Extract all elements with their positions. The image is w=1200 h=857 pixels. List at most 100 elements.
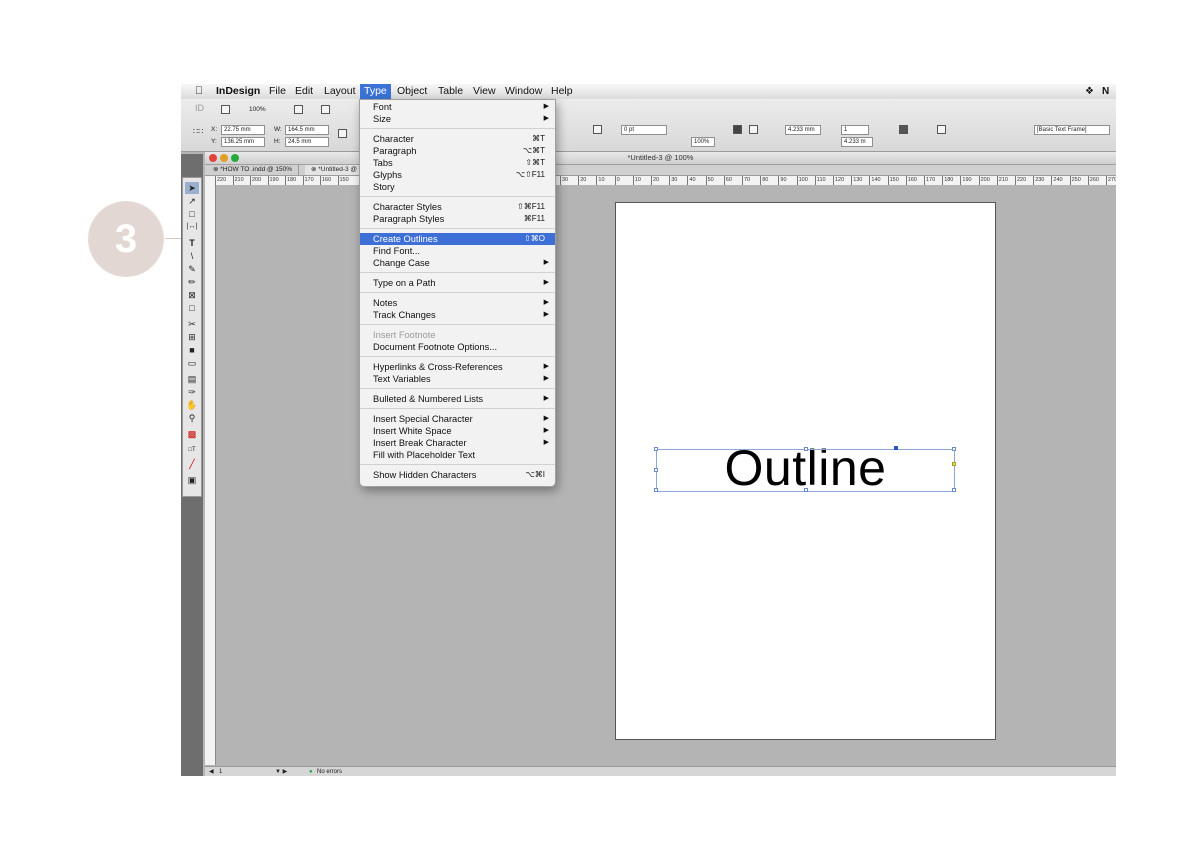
- menu-item-story[interactable]: Story: [360, 181, 555, 193]
- selection-tool-icon[interactable]: ➤: [185, 182, 199, 194]
- fill-stroke-icon[interactable]: ▩: [185, 428, 199, 440]
- frame-handle[interactable]: [654, 468, 658, 472]
- x-field[interactable]: 22.75 mm: [221, 125, 265, 135]
- menu-item-hyperlinks-cross-references[interactable]: Hyperlinks & Cross-References ▶: [360, 361, 555, 373]
- apply-none-icon[interactable]: ╱: [185, 458, 199, 470]
- menu-layout[interactable]: Layout: [320, 84, 360, 99]
- y-field[interactable]: 136.25 mm: [221, 137, 265, 147]
- view-options-icon[interactable]: [294, 105, 303, 114]
- inset-bottom-field[interactable]: 4.233 m: [841, 137, 873, 147]
- menu-item-fill-with-placeholder-text[interactable]: Fill with Placeholder Text: [360, 449, 555, 461]
- menu-item-paragraph-styles[interactable]: Paragraph Styles ⌘F11: [360, 213, 555, 225]
- tab-how-to[interactable]: ⊗ *HOW TO .indd @ 150%: [207, 165, 300, 175]
- menu-item-text-variables[interactable]: Text Variables ▶: [360, 373, 555, 385]
- frame-handle[interactable]: [654, 447, 658, 451]
- note-tool-icon[interactable]: ▤: [185, 373, 199, 385]
- page-number-field[interactable]: 1: [219, 767, 222, 776]
- zoom-tool-icon[interactable]: ⚲: [185, 412, 199, 424]
- line-tool-icon[interactable]: \: [185, 250, 199, 262]
- text-frame[interactable]: [654, 446, 956, 492]
- gradient-swatch-tool-icon[interactable]: ■: [185, 344, 199, 356]
- text-wrap-icon[interactable]: [937, 125, 946, 134]
- type-tool-icon[interactable]: T: [185, 237, 199, 249]
- menu-item-change-case[interactable]: Change Case ▶: [360, 257, 555, 269]
- menu-item-glyphs[interactable]: Glyphs ⌥⇧F11: [360, 169, 555, 181]
- menu-file[interactable]: File: [265, 84, 290, 99]
- menu-item-size[interactable]: Size ▶: [360, 113, 555, 125]
- frame-handle[interactable]: [804, 447, 808, 451]
- rectangle-tool-icon[interactable]: □: [185, 302, 199, 314]
- tab-untitled-3[interactable]: ⊗ *Untitled-3 @: [305, 165, 365, 175]
- eyedropper-tool-icon[interactable]: ✑: [185, 386, 199, 398]
- columns-field[interactable]: 1: [841, 125, 869, 135]
- content-grabber-handle[interactable]: [894, 446, 898, 450]
- screen-mode-tool-icon[interactable]: ▣: [185, 474, 199, 486]
- menu-table[interactable]: Table: [434, 84, 467, 99]
- menu-item-insert-special-character[interactable]: Insert Special Character ▶: [360, 413, 555, 425]
- zoom-window-icon[interactable]: [231, 154, 239, 162]
- menu-item-bulleted-numbered-lists[interactable]: Bulleted & Numbered Lists ▶: [360, 393, 555, 405]
- apple-icon[interactable]: : [191, 84, 207, 99]
- minimize-window-icon[interactable]: [220, 154, 228, 162]
- opacity-field[interactable]: 100%: [691, 137, 715, 147]
- inset-top-field[interactable]: 4.233 mm: [785, 125, 821, 135]
- constrain-proportions-icon[interactable]: [338, 129, 347, 138]
- menu-item-type-on-a-path[interactable]: Type on a Path ▶: [360, 277, 555, 289]
- menu-item-create-outlines[interactable]: Create Outlines ⇧⌘O: [360, 233, 555, 245]
- pen-tool-icon[interactable]: ✎: [185, 263, 199, 275]
- menu-item-font[interactable]: Font ▶: [360, 101, 555, 113]
- stroke-weight-field[interactable]: 0 pt: [621, 125, 667, 135]
- free-transform-tool-icon[interactable]: ⊞: [185, 331, 199, 343]
- gap-tool-icon[interactable]: |↔|: [185, 221, 199, 233]
- pencil-tool-icon[interactable]: ✏: [185, 276, 199, 288]
- vertical-ruler[interactable]: [205, 185, 216, 765]
- page-nav-icon[interactable]: ▼ ▶: [275, 767, 287, 776]
- scissors-tool-icon[interactable]: ✂: [185, 318, 199, 330]
- menu-help[interactable]: Help: [547, 84, 577, 99]
- menu-item-insert-break-character[interactable]: Insert Break Character ▶: [360, 437, 555, 449]
- menu-indesign[interactable]: InDesign: [212, 84, 264, 99]
- fit-frame-icon[interactable]: [749, 125, 758, 134]
- out-port-handle[interactable]: [952, 462, 956, 466]
- menu-view[interactable]: View: [469, 84, 500, 99]
- reference-point-icon[interactable]: ∷∷: [193, 127, 203, 136]
- align-top-icon[interactable]: [899, 125, 908, 134]
- close-window-icon[interactable]: [209, 154, 217, 162]
- menu-item-show-hidden-characters[interactable]: Show Hidden Characters ⌥⌘I: [360, 469, 555, 481]
- dropbox-icon[interactable]: ❖: [1081, 84, 1098, 99]
- menu-item-character-styles[interactable]: Character Styles ⇧⌘F11: [360, 201, 555, 213]
- first-page-icon[interactable]: ◀: [209, 767, 214, 776]
- menu-item-character[interactable]: Character ⌘T: [360, 133, 555, 145]
- menu-type[interactable]: Type: [360, 84, 391, 99]
- frame-handle[interactable]: [654, 488, 658, 492]
- menu-item-insert-white-space[interactable]: Insert White Space ▶: [360, 425, 555, 437]
- screen-mode-icon[interactable]: [321, 105, 330, 114]
- menu-item-paragraph[interactable]: Paragraph ⌥⌘T: [360, 145, 555, 157]
- stroke-color-icon[interactable]: [593, 125, 602, 134]
- formatting-affects-icon[interactable]: □T: [185, 444, 199, 456]
- adobe-icon[interactable]: N: [1098, 84, 1113, 99]
- width-field[interactable]: 164.5 mm: [285, 125, 329, 135]
- menu-item-tabs[interactable]: Tabs ⇧⌘T: [360, 157, 555, 169]
- menu-edit[interactable]: Edit: [291, 84, 317, 99]
- gradient-feather-tool-icon[interactable]: ▭: [185, 357, 199, 369]
- menu-item-notes[interactable]: Notes ▶: [360, 297, 555, 309]
- menu-item-document-footnote-options[interactable]: Document Footnote Options...: [360, 341, 555, 353]
- menu-item-track-changes[interactable]: Track Changes ▶: [360, 309, 555, 321]
- height-field[interactable]: 24.5 mm: [285, 137, 329, 147]
- hand-tool-icon[interactable]: ✋: [185, 399, 199, 411]
- menu-window[interactable]: Window: [501, 84, 546, 99]
- direct-selection-tool-icon[interactable]: ↗: [185, 195, 199, 207]
- fit-content-icon[interactable]: [733, 125, 742, 134]
- zoom-level[interactable]: 100%: [249, 105, 266, 114]
- page-tool-icon[interactable]: □: [185, 208, 199, 220]
- frame-handle[interactable]: [804, 488, 808, 492]
- preflight-status[interactable]: No errors: [317, 767, 342, 776]
- frame-handle[interactable]: [952, 447, 956, 451]
- bridge-icon[interactable]: [221, 105, 230, 114]
- menu-item-find-font[interactable]: Find Font...: [360, 245, 555, 257]
- rectangle-frame-tool-icon[interactable]: ⊠: [185, 289, 199, 301]
- frame-handle[interactable]: [952, 488, 956, 492]
- object-style-field[interactable]: [Basic Text Frame]: [1034, 125, 1110, 135]
- menu-object[interactable]: Object: [393, 84, 431, 99]
